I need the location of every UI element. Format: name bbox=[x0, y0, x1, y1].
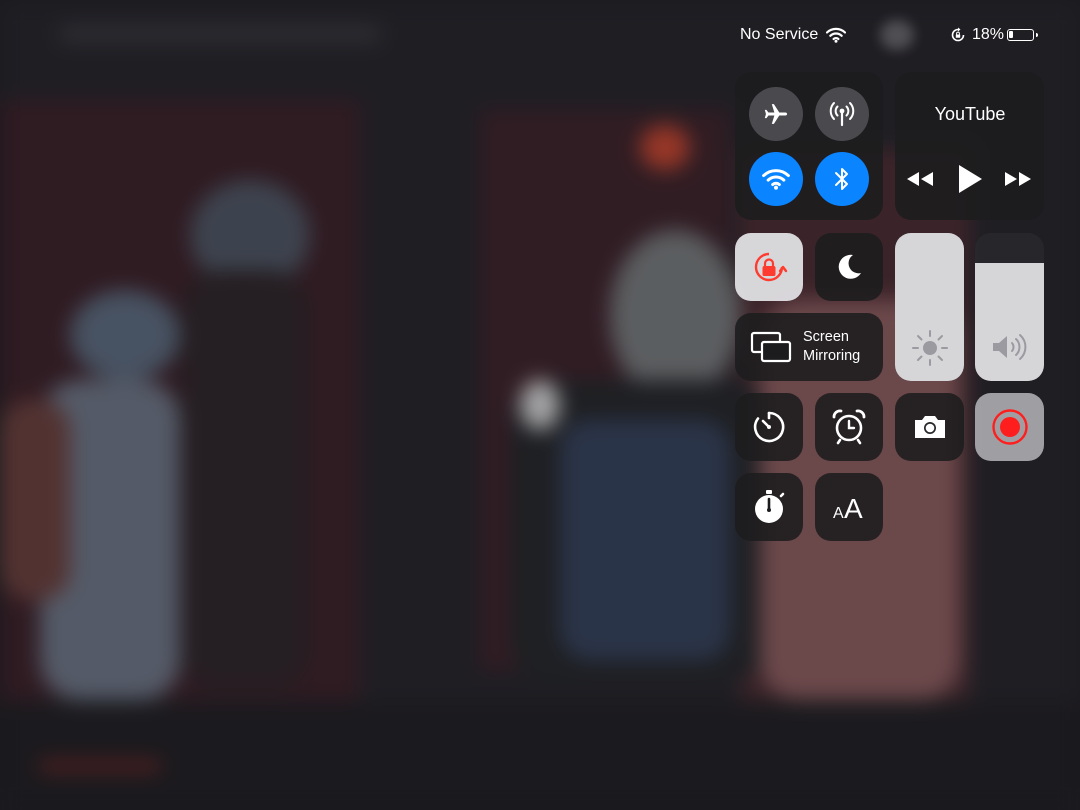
screen-mirroring-label-line1: Screen bbox=[803, 329, 849, 345]
timer-button[interactable] bbox=[735, 393, 803, 461]
cellular-antenna-icon bbox=[829, 102, 855, 127]
play-icon bbox=[959, 165, 982, 193]
volume-slider[interactable] bbox=[975, 233, 1044, 381]
fast-forward-button[interactable] bbox=[1003, 167, 1033, 191]
brightness-icon bbox=[911, 330, 948, 366]
battery-icon bbox=[1007, 29, 1038, 41]
svg-text:A: A bbox=[844, 493, 863, 523]
orientation-lock-icon bbox=[754, 252, 788, 282]
battery-level-fill bbox=[1009, 31, 1013, 38]
wifi-toggle[interactable] bbox=[749, 152, 803, 206]
bluetooth-icon bbox=[835, 168, 848, 190]
timer-icon bbox=[753, 411, 785, 443]
status-bar: No Service 18% bbox=[0, 20, 1080, 50]
airplane-mode-toggle[interactable] bbox=[749, 87, 803, 141]
alarm-icon bbox=[832, 409, 866, 445]
rewind-button[interactable] bbox=[905, 167, 935, 191]
now-playing-app: YouTube bbox=[934, 104, 1006, 124]
screen-recording-button[interactable] bbox=[975, 393, 1044, 461]
airplane-icon bbox=[764, 104, 788, 124]
wifi-icon bbox=[825, 27, 847, 48]
rewind-icon bbox=[907, 172, 933, 186]
carrier-label: No Service bbox=[740, 26, 819, 43]
connectivity-module bbox=[735, 72, 883, 220]
screen-recording-icon bbox=[991, 409, 1028, 445]
speaker-icon bbox=[992, 334, 1026, 360]
screen-mirroring-label-line2: Mirroring bbox=[803, 348, 861, 364]
stopwatch-icon bbox=[755, 490, 785, 523]
text-size-button[interactable]: A A bbox=[815, 473, 883, 541]
orientation-lock-toggle[interactable] bbox=[735, 233, 803, 301]
now-playing-module[interactable]: YouTube bbox=[895, 72, 1044, 220]
alarm-button[interactable] bbox=[815, 393, 883, 461]
screen-mirroring-button[interactable]: Screen Mirroring bbox=[735, 313, 883, 381]
brightness-slider[interactable] bbox=[895, 233, 964, 381]
svg-text:A: A bbox=[833, 505, 844, 522]
text-size-icon: A A bbox=[833, 493, 863, 523]
camera-icon bbox=[914, 416, 945, 438]
screen-mirroring-icon bbox=[750, 331, 792, 363]
cellular-data-toggle[interactable] bbox=[815, 87, 869, 141]
bluetooth-toggle[interactable] bbox=[815, 152, 869, 206]
camera-button[interactable] bbox=[895, 393, 964, 461]
stopwatch-button[interactable] bbox=[735, 473, 803, 541]
fast-forward-icon bbox=[1005, 172, 1031, 186]
blurred-status-item bbox=[880, 20, 914, 50]
play-button[interactable] bbox=[955, 162, 985, 196]
wifi-icon bbox=[762, 169, 790, 190]
battery-percentage: 18% bbox=[972, 26, 1005, 43]
moon-icon bbox=[838, 254, 861, 279]
orientation-lock-icon bbox=[950, 27, 966, 48]
do-not-disturb-toggle[interactable] bbox=[815, 233, 883, 301]
